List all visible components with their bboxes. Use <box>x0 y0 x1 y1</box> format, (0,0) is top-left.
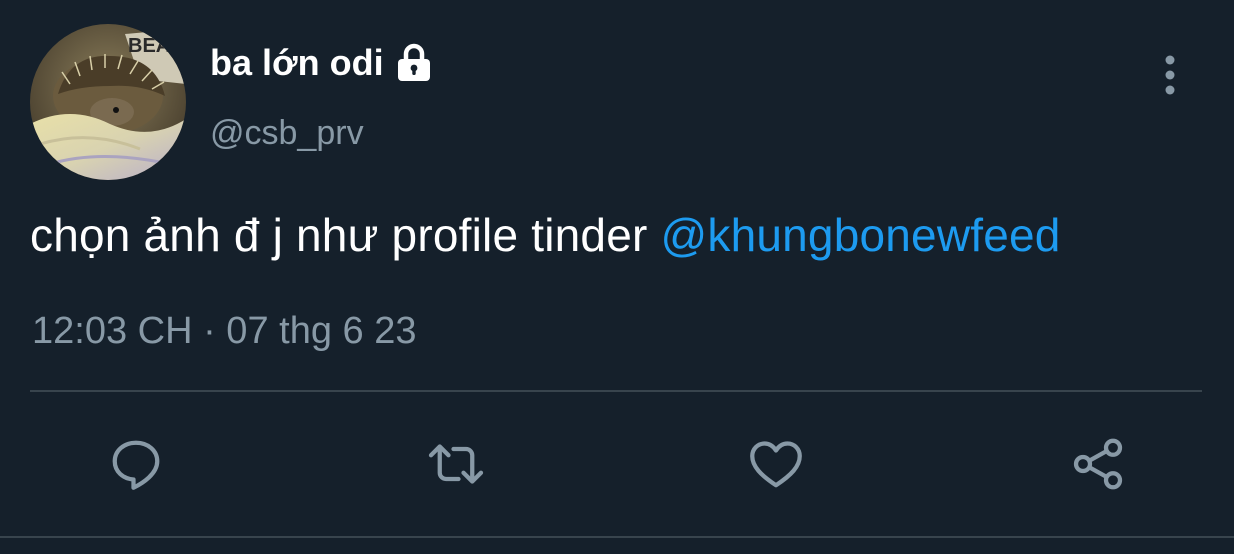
lock-icon <box>394 43 430 83</box>
reply-icon <box>112 440 160 490</box>
retweet-icon <box>428 444 484 484</box>
heart-icon <box>750 441 802 488</box>
user-handle[interactable]: @csb_prv <box>210 114 364 153</box>
bottom-divider <box>0 536 1234 538</box>
display-name[interactable]: ba lớn odi <box>210 42 384 84</box>
share-button[interactable] <box>1066 432 1130 496</box>
avatar[interactable]: BEA <box>30 24 186 180</box>
reply-button[interactable] <box>104 432 168 496</box>
divider <box>30 390 1202 392</box>
more-vertical-icon <box>1165 55 1175 95</box>
mention-link[interactable]: @khungbonewfeed <box>660 209 1060 261</box>
tweet-timestamp[interactable]: 12:03 CH · 07 thg 6 23 <box>32 310 416 353</box>
hedgehog-avatar-image: BEA <box>30 24 186 180</box>
more-options-button[interactable] <box>1150 52 1190 98</box>
display-name-row[interactable]: ba lớn odi <box>210 42 430 84</box>
svg-text:BEA: BEA <box>128 35 170 57</box>
tweet-detail: BEA ba lớn odi @csb_prv chọn ảnh đ j như… <box>0 0 1234 554</box>
retweet-button[interactable] <box>424 432 488 496</box>
tweet-body: chọn ảnh đ j như profile tinder <box>30 209 661 261</box>
like-button[interactable] <box>744 432 808 496</box>
tweet-text: chọn ảnh đ j như profile tinder @khungbo… <box>30 208 1061 262</box>
share-icon <box>1073 438 1123 490</box>
